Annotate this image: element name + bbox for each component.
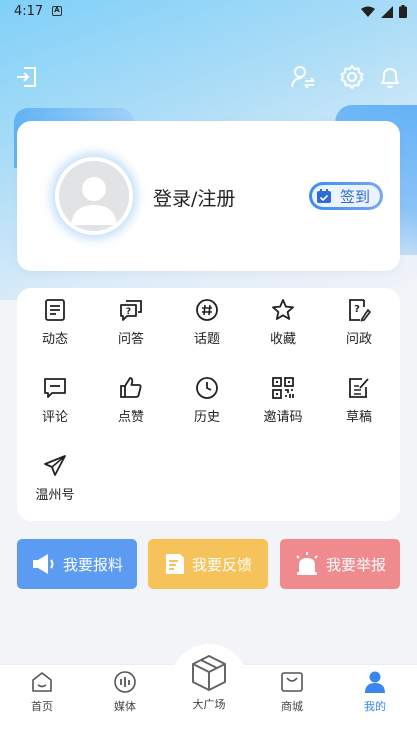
function-label: 话题: [193, 332, 220, 347]
settings-icon[interactable]: [339, 64, 365, 90]
nav-item-media[interactable]: 媒体: [90, 670, 160, 714]
function-item-favorites[interactable]: 收藏: [245, 288, 321, 358]
report-button[interactable]: 我要举报: [280, 539, 400, 589]
home-icon: [32, 672, 52, 692]
nav-label: 我的: [364, 700, 386, 713]
function-grid: 动态 ? 问答 话题 收藏 ? 问政 评论 点赞 历史 邀请码 草稿 温州号: [17, 288, 400, 521]
signin-button[interactable]: 签到: [309, 182, 383, 210]
avatar[interactable]: [55, 157, 133, 235]
action-label: 我要反馈: [191, 555, 252, 574]
alarm-siren-icon: [296, 552, 318, 575]
action-label: 我要报料: [62, 555, 123, 574]
function-item-wenzhou-account[interactable]: 温州号: [17, 444, 93, 514]
function-label: 评论: [41, 410, 68, 425]
comment-icon: [44, 378, 66, 398]
action-label: 我要举报: [325, 555, 386, 574]
function-label: 历史: [193, 410, 220, 425]
question-doc-icon: ?: [349, 299, 371, 322]
profile-card: 登录/注册 签到: [17, 121, 400, 271]
feedback-button[interactable]: 我要反馈: [148, 539, 268, 589]
draft-icon: [349, 378, 369, 398]
svg-text:?: ?: [126, 307, 131, 317]
star-icon: [272, 299, 294, 320]
nav-item-plaza[interactable]: 大广场: [174, 652, 244, 712]
nav-label: 媒体: [114, 700, 136, 713]
qr-code-icon: [272, 377, 294, 399]
user-icon: [365, 671, 385, 693]
function-item-topics[interactable]: 话题: [169, 288, 245, 358]
battery-icon: [399, 5, 407, 18]
function-item-qa[interactable]: ? 问答: [93, 288, 169, 358]
logout-icon[interactable]: [14, 64, 40, 90]
signin-label: 签到: [340, 187, 371, 206]
function-label: 邀请码: [263, 410, 303, 425]
function-label: 动态: [41, 332, 68, 347]
function-item-comments[interactable]: 评论: [17, 366, 93, 436]
svg-text:?: ?: [354, 304, 360, 315]
function-label: 问答: [117, 332, 144, 347]
paper-plane-icon: [44, 455, 66, 476]
switch-account-icon[interactable]: [290, 64, 316, 90]
notification-badge: A: [52, 6, 62, 16]
nav-item-mall[interactable]: 商城: [257, 670, 327, 714]
nav-label: 首页: [31, 700, 53, 713]
nav-label: 商城: [281, 700, 303, 713]
function-label: 温州号: [35, 488, 75, 503]
question-chat-icon: ?: [120, 300, 142, 321]
login-register-link[interactable]: 登录/注册: [153, 184, 235, 211]
report-news-button[interactable]: 我要报料: [17, 539, 137, 589]
hashtag-icon: [196, 299, 218, 321]
wifi-icon: [361, 6, 375, 17]
default-avatar-icon: [71, 177, 117, 225]
function-item-invite-code[interactable]: 邀请码: [245, 366, 321, 436]
function-item-drafts[interactable]: 草稿: [321, 366, 397, 436]
status-bar: 4:17 A: [0, 0, 417, 24]
function-item-governance[interactable]: ? 问政: [321, 288, 397, 358]
bell-icon[interactable]: [377, 64, 403, 90]
thumbs-up-icon: [120, 377, 142, 398]
megaphone-icon: [32, 554, 54, 574]
news-list-icon: [45, 299, 65, 321]
function-label: 问政: [345, 332, 372, 347]
calendar-check-icon: [317, 189, 331, 203]
function-item-history[interactable]: 历史: [169, 366, 245, 436]
cube-icon: [192, 655, 226, 691]
nav-item-home[interactable]: 首页: [7, 670, 77, 714]
status-icons: [361, 5, 407, 18]
feedback-doc-icon: [165, 554, 184, 574]
function-label: 收藏: [269, 332, 296, 347]
function-label: 点赞: [117, 410, 144, 425]
media-icon: [114, 671, 136, 693]
clock-icon: [196, 377, 218, 399]
function-item-dynamics[interactable]: 动态: [17, 288, 93, 358]
function-label: 草稿: [345, 410, 372, 425]
nav-item-mine[interactable]: 我的: [340, 670, 410, 714]
nav-label: 大广场: [192, 698, 226, 711]
status-time: 4:17: [14, 4, 44, 19]
signal-icon: [381, 5, 393, 18]
function-item-likes[interactable]: 点赞: [93, 366, 169, 436]
mall-icon: [281, 672, 303, 692]
